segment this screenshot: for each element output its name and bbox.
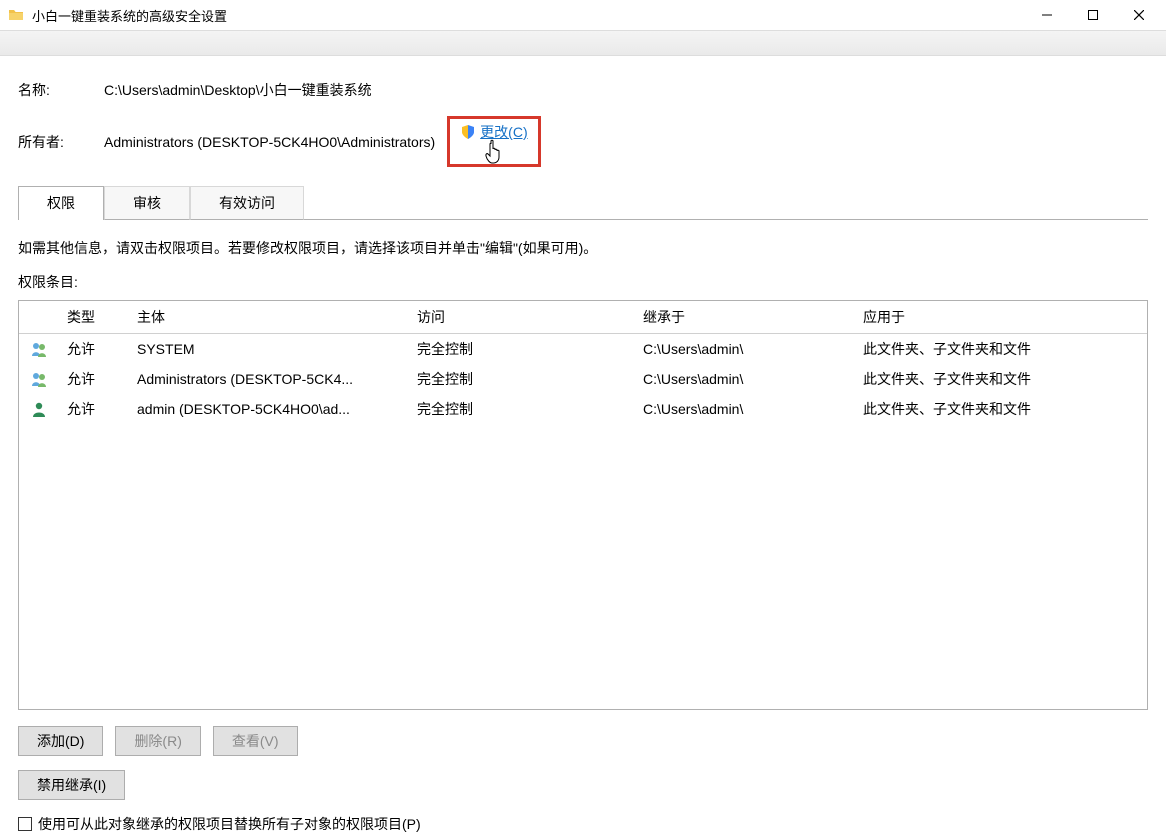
title-bar: 小白一键重装系统的高级安全设置 xyxy=(0,0,1166,30)
col-access[interactable]: 访问 xyxy=(409,301,635,333)
owner-label: 所有者: xyxy=(18,132,104,152)
close-button[interactable] xyxy=(1116,0,1162,30)
tab-effective-access[interactable]: 有效访问 xyxy=(190,186,304,220)
disable-inheritance-button[interactable]: 禁用继承(I) xyxy=(18,770,125,800)
replace-children-label: 使用可从此对象继承的权限项目替换所有子对象的权限项目(P) xyxy=(38,814,421,834)
name-label: 名称: xyxy=(18,80,104,100)
pointer-cursor-icon xyxy=(484,139,506,165)
window-title: 小白一键重装系统的高级安全设置 xyxy=(32,6,227,25)
entries-label: 权限条目: xyxy=(18,272,1148,292)
name-row: 名称: C:\Users\admin\Desktop\小白一键重装系统 xyxy=(18,80,1148,100)
col-principal[interactable]: 主体 xyxy=(129,301,409,333)
col-inherited[interactable]: 继承于 xyxy=(635,301,855,333)
grid-row[interactable]: 允许 Administrators (DESKTOP-5CK4... 完全控制 … xyxy=(19,364,1147,394)
folder-icon xyxy=(8,7,24,23)
tab-strip: 权限 审核 有效访问 xyxy=(18,185,1148,220)
grid-row[interactable]: 允许 SYSTEM 完全控制 C:\Users\admin\ 此文件夹、子文件夹… xyxy=(19,334,1147,364)
grid-row[interactable]: 允许 admin (DESKTOP-5CK4HO0\ad... 完全控制 C:\… xyxy=(19,394,1147,424)
name-value: C:\Users\admin\Desktop\小白一键重装系统 xyxy=(104,80,372,100)
col-type[interactable]: 类型 xyxy=(59,301,129,333)
tab-audit[interactable]: 审核 xyxy=(104,186,190,220)
tab-permissions[interactable]: 权限 xyxy=(18,186,104,220)
col-applies[interactable]: 应用于 xyxy=(855,301,1147,333)
owner-row: 所有者: Administrators (DESKTOP-5CK4HO0\Adm… xyxy=(18,116,1148,167)
owner-value: Administrators (DESKTOP-5CK4HO0\Administ… xyxy=(104,134,435,150)
maximize-button[interactable] xyxy=(1070,0,1116,30)
replace-children-checkbox[interactable] xyxy=(18,817,32,831)
grid-header: 类型 主体 访问 继承于 应用于 xyxy=(19,301,1147,334)
permission-grid: 类型 主体 访问 继承于 应用于 允许 SYSTEM 完全控制 C:\Users… xyxy=(18,300,1148,710)
add-button[interactable]: 添加(D) xyxy=(18,726,103,756)
ribbon-divider xyxy=(0,30,1166,56)
remove-button[interactable]: 删除(R) xyxy=(115,726,200,756)
change-owner-highlight: 更改(C) xyxy=(447,116,540,167)
view-button[interactable]: 查看(V) xyxy=(213,726,298,756)
principal-icon xyxy=(19,366,59,392)
principal-icon xyxy=(19,396,59,422)
principal-icon xyxy=(19,336,59,362)
instruction-text: 如需其他信息，请双击权限项目。若要修改权限项目，请选择该项目并单击"编辑"(如果… xyxy=(18,238,1148,258)
shield-icon xyxy=(460,124,476,140)
minimize-button[interactable] xyxy=(1024,0,1070,30)
